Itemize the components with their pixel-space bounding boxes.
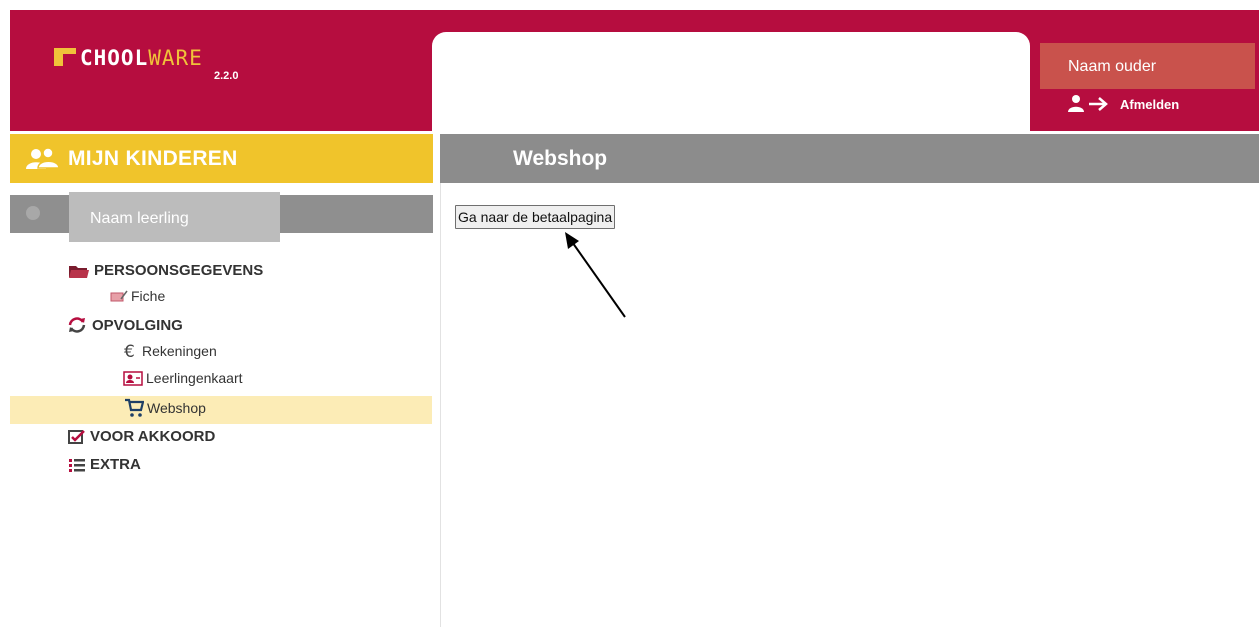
sidebar-item-webshop[interactable]: Webshop bbox=[124, 398, 206, 418]
user-name: Naam ouder bbox=[1040, 43, 1255, 89]
sidebar-item-rekeningen[interactable]: € Rekeningen bbox=[123, 342, 217, 360]
item-label: Leerlingenkaart bbox=[146, 370, 243, 386]
sidebar-section-voor-akkoord[interactable]: VOOR AKKOORD bbox=[68, 428, 215, 445]
logout-link[interactable]: Afmelden bbox=[1068, 95, 1179, 113]
item-label: Webshop bbox=[147, 400, 206, 416]
euro-icon: € bbox=[124, 342, 135, 360]
content-header: Webshop bbox=[440, 134, 1259, 183]
sidebar-item-fiche[interactable]: Fiche bbox=[110, 288, 165, 304]
children-icon bbox=[26, 146, 60, 169]
student-card-icon bbox=[123, 371, 143, 386]
go-to-payment-button[interactable]: Ga naar de betaalpagina bbox=[455, 205, 616, 229]
section-label: PERSOONSGEGEVENS bbox=[94, 262, 264, 279]
refresh-icon bbox=[68, 317, 86, 333]
page-title: Webshop bbox=[513, 147, 608, 170]
section-label: OPVOLGING bbox=[92, 316, 183, 334]
logo-mark-icon bbox=[54, 48, 76, 66]
checkbox-icon bbox=[68, 429, 85, 444]
student-name[interactable]: Naam leerling bbox=[69, 192, 280, 242]
logout-user-icon bbox=[1068, 95, 1108, 112]
sidebar-section-opvolging[interactable]: OPVOLGING bbox=[66, 316, 183, 334]
content-divider bbox=[440, 183, 441, 627]
id-card-edit-icon bbox=[110, 290, 128, 302]
item-label: Fiche bbox=[131, 288, 166, 304]
section-label: VOOR AKKOORD bbox=[90, 428, 216, 445]
cart-icon bbox=[125, 398, 144, 417]
folder-icon bbox=[69, 265, 89, 278]
top-tab-panel bbox=[432, 32, 1030, 131]
my-children-title: MIJN KINDEREN bbox=[68, 146, 238, 170]
collapse-toggle-icon[interactable] bbox=[26, 206, 40, 220]
sidebar-item-leerlingenkaart[interactable]: Leerlingenkaart bbox=[123, 370, 243, 386]
item-label: Rekeningen bbox=[142, 343, 217, 359]
user-area: Naam ouder Afmelden bbox=[1040, 43, 1259, 131]
section-label: EXTRA bbox=[90, 456, 141, 473]
svg-text:€: € bbox=[124, 342, 135, 360]
my-children-header[interactable]: MIJN KINDEREN bbox=[10, 134, 433, 183]
active-row-highlight bbox=[10, 396, 432, 424]
pointer-arrow-icon bbox=[565, 232, 626, 318]
sidebar-section-persoonsgegevens[interactable]: PERSOONSGEGEVENS bbox=[68, 262, 263, 279]
logout-label: Afmelden bbox=[1120, 96, 1180, 112]
list-icon bbox=[69, 458, 85, 472]
logo-text: CHOOLWARE bbox=[80, 46, 203, 70]
app-version: 2.2.0 bbox=[214, 70, 239, 82]
sidebar-section-extra[interactable]: EXTRA bbox=[68, 456, 141, 473]
